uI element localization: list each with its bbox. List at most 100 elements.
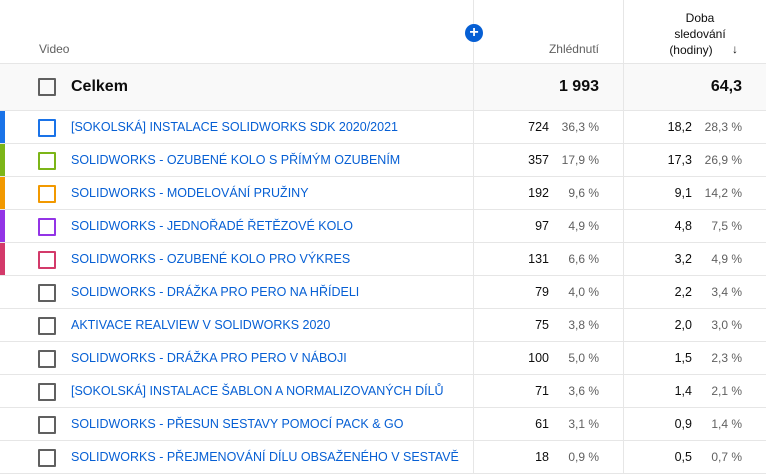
views-value: 100 <box>528 351 549 365</box>
watch-value: 17,3 <box>667 153 692 167</box>
video-title-link[interactable]: AKTIVACE REALVIEW V SOLIDWORKS 2020 <box>71 318 330 332</box>
table-row[interactable]: SOLIDWORKS - MODELOVÁNÍ PRUŽINY 192 9,6 … <box>0 177 766 210</box>
views-percent: 4,0 % <box>568 285 599 299</box>
watch-value: 9,1 <box>674 186 692 200</box>
table-row[interactable]: SOLIDWORKS - OZUBENÉ KOLO S PŘÍMÝM OZUBE… <box>0 144 766 177</box>
watch-percent: 2,1 % <box>711 384 742 398</box>
views-percent: 36,3 % <box>561 120 599 134</box>
table-row[interactable]: AKTIVACE REALVIEW V SOLIDWORKS 2020 75 3… <box>0 309 766 342</box>
watch-label-line-3: (hodiny) <box>669 43 713 57</box>
views-cell: 724 36,3 % <box>474 111 624 143</box>
arrow-down-icon[interactable]: ↓ <box>732 42 738 56</box>
views-cell: 192 9,6 % <box>474 177 624 209</box>
row-checkbox[interactable] <box>38 284 56 302</box>
views-cell: 75 3,8 % <box>474 309 624 341</box>
views-value: 18 <box>535 450 549 464</box>
table-row[interactable]: SOLIDWORKS - DRÁŽKA PRO PERO V NÁBOJI 10… <box>0 342 766 375</box>
views-value: 724 <box>528 120 549 134</box>
views-percent: 3,6 % <box>568 384 599 398</box>
views-percent: 9,6 % <box>568 186 599 200</box>
table-row[interactable]: SOLIDWORKS - PŘEJMENOVÁNÍ DÍLU OBSAŽENÉH… <box>0 441 766 474</box>
watch-value: 0,5 <box>674 450 692 464</box>
video-title-link[interactable]: SOLIDWORKS - OZUBENÉ KOLO S PŘÍMÝM OZUBE… <box>71 153 400 167</box>
watch-percent: 26,9 % <box>704 153 742 167</box>
views-cell: 97 4,9 % <box>474 210 624 242</box>
video-title-link[interactable]: SOLIDWORKS - JEDNOŘADÉ ŘETĚZOVÉ KOLO <box>71 219 353 233</box>
table-row[interactable]: SOLIDWORKS - PŘESUN SESTAVY POMOCÍ PACK … <box>0 408 766 441</box>
video-cell: SOLIDWORKS - DRÁŽKA PRO PERO V NÁBOJI <box>0 342 474 374</box>
video-cell: SOLIDWORKS - OZUBENÉ KOLO S PŘÍMÝM OZUBE… <box>0 144 474 176</box>
row-checkbox[interactable] <box>38 251 56 269</box>
views-percent: 3,8 % <box>568 318 599 332</box>
video-title-link[interactable]: SOLIDWORKS - MODELOVÁNÍ PRUŽINY <box>71 186 309 200</box>
table-row[interactable]: SOLIDWORKS - JEDNOŘADÉ ŘETĚZOVÉ KOLO 97 … <box>0 210 766 243</box>
watch-percent: 28,3 % <box>704 120 742 134</box>
watch-cell: 4,8 7,5 % <box>624 210 766 242</box>
video-title-link[interactable]: SOLIDWORKS - OZUBENÉ KOLO PRO VÝKRES <box>71 252 350 266</box>
total-watch: 64,3 <box>710 78 742 95</box>
video-cell: SOLIDWORKS - JEDNOŘADÉ ŘETĚZOVÉ KOLO <box>0 210 474 242</box>
views-cell: 357 17,9 % <box>474 144 624 176</box>
watch-time-column-label: Doba sledování (hodiny) <box>660 10 740 58</box>
watch-value: 2,2 <box>674 285 692 299</box>
row-checkbox[interactable] <box>38 218 56 236</box>
row-checkbox[interactable] <box>38 449 56 467</box>
table-row[interactable]: [SOKOLSKÁ] INSTALACE ŠABLON A NORMALIZOV… <box>0 375 766 408</box>
table-row[interactable]: SOLIDWORKS - DRÁŽKA PRO PERO NA HŘÍDELI … <box>0 276 766 309</box>
views-cell: 71 3,6 % <box>474 375 624 407</box>
video-title-link[interactable]: SOLIDWORKS - PŘESUN SESTAVY POMOCÍ PACK … <box>71 417 403 431</box>
views-percent: 3,1 % <box>568 417 599 431</box>
video-cell: AKTIVACE REALVIEW V SOLIDWORKS 2020 <box>0 309 474 341</box>
watch-cell: 9,1 14,2 % <box>624 177 766 209</box>
total-label: Celkem <box>71 78 128 95</box>
video-column-label: Video <box>39 42 70 56</box>
video-title-link[interactable]: SOLIDWORKS - DRÁŽKA PRO PERO V NÁBOJI <box>71 351 347 365</box>
views-cell: 131 6,6 % <box>474 243 624 275</box>
video-title-link[interactable]: [SOKOLSKÁ] INSTALACE ŠABLON A NORMALIZOV… <box>71 384 444 398</box>
row-checkbox[interactable] <box>38 317 56 335</box>
row-checkbox[interactable] <box>38 383 56 401</box>
total-checkbox[interactable] <box>38 78 56 96</box>
views-value: 79 <box>535 285 549 299</box>
views-value: 71 <box>535 384 549 398</box>
views-cell: 100 5,0 % <box>474 342 624 374</box>
video-title-link[interactable]: SOLIDWORKS - DRÁŽKA PRO PERO NA HŘÍDELI <box>71 285 359 299</box>
watch-value: 1,4 <box>674 384 692 398</box>
video-cell: SOLIDWORKS - PŘESUN SESTAVY POMOCÍ PACK … <box>0 408 474 440</box>
views-value: 192 <box>528 186 549 200</box>
table-row[interactable]: [SOKOLSKÁ] INSTALACE SOLIDWORKS SDK 2020… <box>0 111 766 144</box>
views-value: 357 <box>528 153 549 167</box>
table-header: Video Zhlédnutí Doba sledování (hodiny) … <box>0 0 766 64</box>
watch-percent: 2,3 % <box>711 351 742 365</box>
watch-cell: 0,9 1,4 % <box>624 408 766 440</box>
watch-percent: 1,4 % <box>711 417 742 431</box>
total-video-cell: Celkem <box>0 64 474 110</box>
series-color-bar <box>0 210 5 242</box>
watch-value: 18,2 <box>667 120 692 134</box>
watch-label-line-2: sledování <box>674 27 726 41</box>
row-checkbox[interactable] <box>38 350 56 368</box>
row-checkbox[interactable] <box>38 185 56 203</box>
watch-cell: 1,4 2,1 % <box>624 375 766 407</box>
video-title-link[interactable]: [SOKOLSKÁ] INSTALACE SOLIDWORKS SDK 2020… <box>71 120 398 134</box>
row-checkbox[interactable] <box>38 416 56 434</box>
watch-cell: 2,2 3,4 % <box>624 276 766 308</box>
views-value: 75 <box>535 318 549 332</box>
views-column-label: Zhlédnutí <box>548 42 599 56</box>
views-cell: 61 3,1 % <box>474 408 624 440</box>
series-color-bar <box>0 177 5 209</box>
watch-time-column-header[interactable]: Doba sledování (hodiny) ↓ <box>624 0 766 63</box>
video-cell: SOLIDWORKS - OZUBENÉ KOLO PRO VÝKRES <box>0 243 474 275</box>
views-column-header[interactable]: Zhlédnutí <box>474 0 624 63</box>
row-checkbox[interactable] <box>38 152 56 170</box>
table-row[interactable]: SOLIDWORKS - OZUBENÉ KOLO PRO VÝKRES 131… <box>0 243 766 276</box>
watch-value: 4,8 <box>674 219 692 233</box>
watch-percent: 14,2 % <box>704 186 742 200</box>
watch-percent: 7,5 % <box>711 219 742 233</box>
plus-icon[interactable]: + <box>465 24 483 42</box>
row-checkbox[interactable] <box>38 119 56 137</box>
video-title-link[interactable]: SOLIDWORKS - PŘEJMENOVÁNÍ DÍLU OBSAŽENÉH… <box>71 450 459 464</box>
total-watch-cell: 64,3 <box>624 64 766 110</box>
watch-label-line-1: Doba <box>685 11 715 25</box>
total-row: Celkem 1 993 64,3 <box>0 64 766 111</box>
